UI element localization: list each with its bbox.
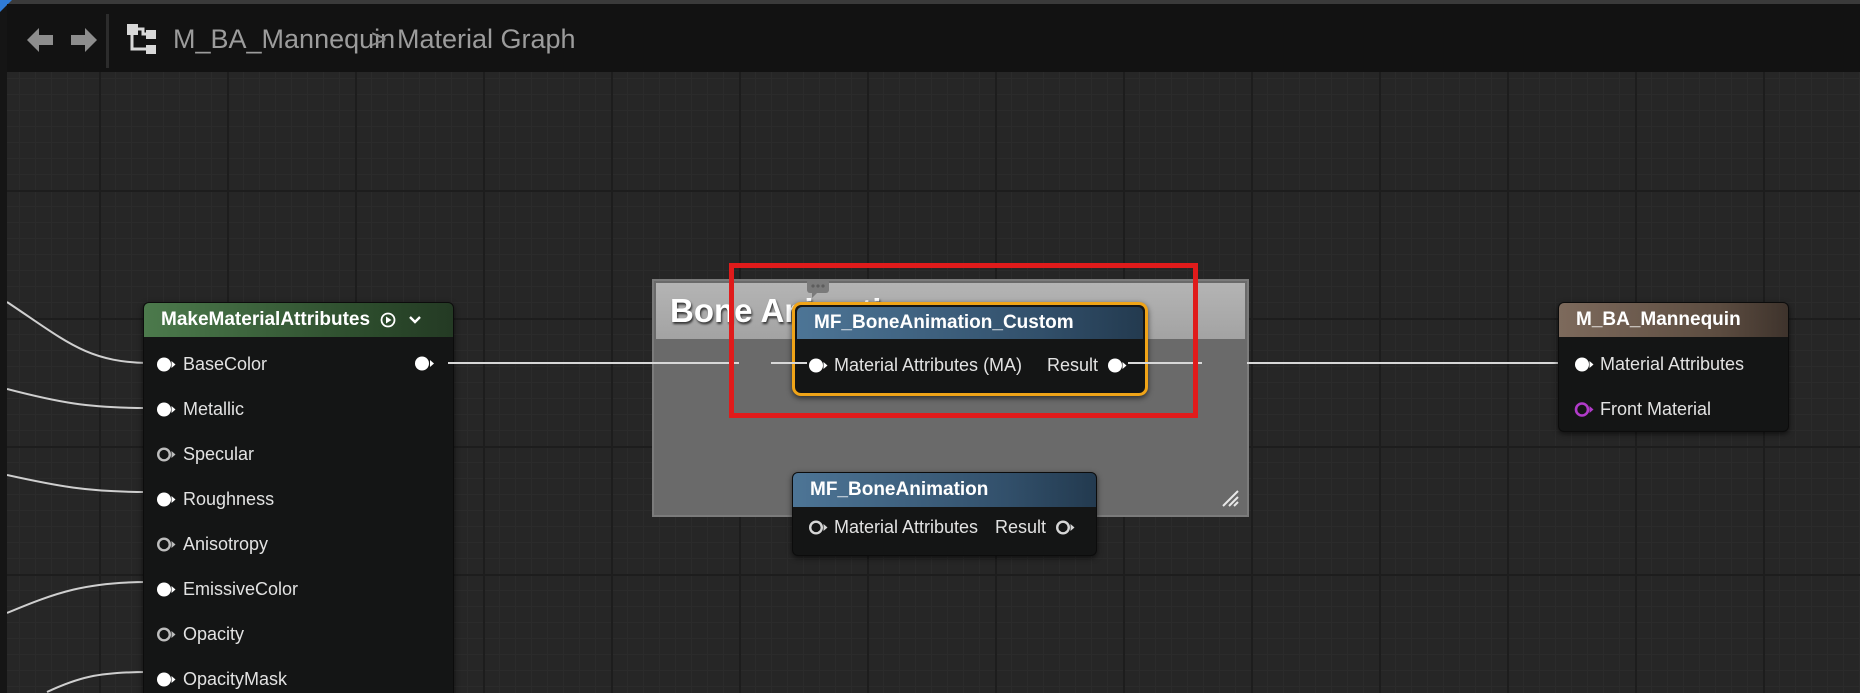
node-mf-bone-animation[interactable]: MF_BoneAnimation Material Attributes Res…: [792, 472, 1097, 556]
input-pin-row[interactable]: Material Attributes: [1573, 349, 1744, 379]
node-header[interactable]: M_BA_Mannequin: [1559, 303, 1788, 337]
pin-label: Front Material: [1600, 398, 1712, 419]
back-button[interactable]: [23, 22, 57, 58]
breadcrumb-asset[interactable]: M_BA_Mannequin: [173, 24, 395, 55]
pin-substrate-icon[interactable]: [1573, 399, 1594, 420]
arrow-right-icon: [71, 28, 97, 52]
pin-label: Material Attributes: [834, 516, 979, 537]
node-graph-icon: [127, 24, 156, 54]
graph-root-button[interactable]: [125, 21, 159, 57]
pin-label: Material Attributes: [1600, 353, 1745, 374]
node-header[interactable]: MF_BoneAnimation: [793, 473, 1096, 507]
highlight-annotation-box: [729, 263, 1198, 418]
pin-empty-icon[interactable]: [1054, 517, 1075, 538]
arrow-left-icon: [27, 28, 53, 52]
breadcrumb-separator: >: [371, 24, 387, 54]
window-frame: [0, 0, 7, 693]
output-pin-row[interactable]: Result: [995, 512, 1075, 542]
input-pin-row[interactable]: Material Attributes: [807, 512, 978, 542]
pin-empty-icon[interactable]: [807, 517, 828, 538]
pin-connected-icon[interactable]: [1573, 354, 1594, 375]
input-pin-row[interactable]: Front Material: [1573, 394, 1711, 424]
forward-button[interactable]: [67, 22, 101, 58]
toolbar-separator: [106, 14, 109, 68]
graph-toolbar: M_BA_Mannequin > Material Graph: [7, 4, 1860, 73]
node-title: MF_BoneAnimation: [810, 479, 989, 500]
node-m-ba-mannequin-output[interactable]: M_BA_Mannequin Material Attributes Front…: [1558, 302, 1789, 432]
pin-label: Result: [995, 516, 1047, 537]
material-graph-canvas[interactable]: Bone Animation MakeMaterialAttributes Ba…: [7, 72, 1860, 693]
breadcrumb-graph[interactable]: Material Graph: [397, 24, 576, 55]
node-title: M_BA_Mannequin: [1576, 309, 1741, 330]
